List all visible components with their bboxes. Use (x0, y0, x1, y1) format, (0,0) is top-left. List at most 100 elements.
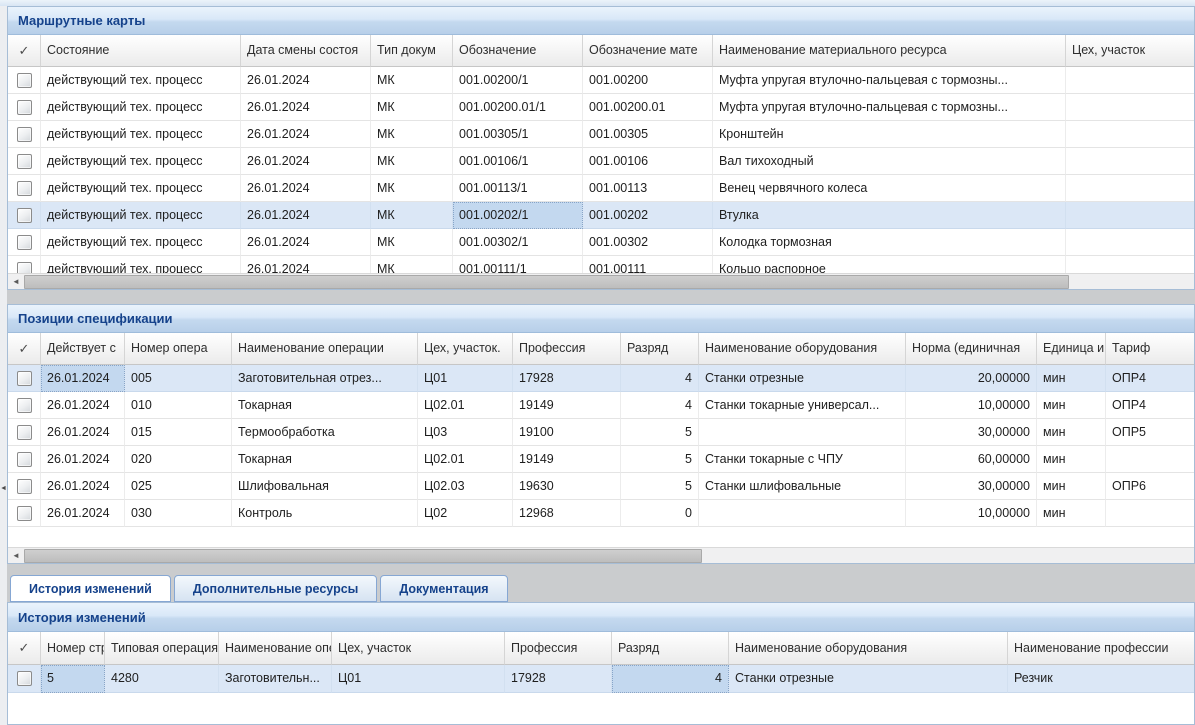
grid-cell[interactable]: Муфта упругая втулочно-пальцевая с тормо… (713, 94, 1066, 121)
grid-cell[interactable]: 26.01.2024 (241, 67, 371, 94)
grid-cell[interactable]: 001.00200 (583, 67, 713, 94)
grid-cell[interactable]: 001.00113/1 (453, 175, 583, 202)
grid-cell[interactable]: ОПР6 (1106, 473, 1194, 500)
grid-cell[interactable]: Ц03 (418, 419, 513, 446)
table-row[interactable]: действующий тех. процесс26.01.2024МК001.… (8, 94, 1194, 121)
row-checkbox[interactable] (17, 479, 32, 494)
grid-cell[interactable]: действующий тех. процесс (41, 256, 241, 273)
column-header-profession[interactable]: Профессия (513, 333, 621, 365)
table-row[interactable]: действующий тех. процесс26.01.2024МК001.… (8, 121, 1194, 148)
column-header-operation-name[interactable]: Наименование операции (232, 333, 418, 365)
grid-cell[interactable]: Резчик (1008, 665, 1194, 693)
grid-cell[interactable] (1066, 175, 1194, 202)
column-header-unit[interactable]: Единица и (1037, 333, 1106, 365)
grid-cell[interactable]: 015 (125, 419, 232, 446)
grid-cell[interactable]: 001.00302 (583, 229, 713, 256)
grid-cell[interactable] (1066, 121, 1194, 148)
grid-cell[interactable]: 5 (621, 473, 699, 500)
grid-cell[interactable]: 19630 (513, 473, 621, 500)
grid-cell[interactable]: мин (1037, 365, 1106, 392)
grid-cell[interactable]: 26.01.2024 (41, 419, 125, 446)
column-header-state-date[interactable]: Дата смены состоя (241, 35, 371, 67)
grid-cell[interactable]: Ц01 (332, 665, 505, 693)
grid-cell[interactable]: 19149 (513, 392, 621, 419)
grid-cell[interactable]: действующий тех. процесс (41, 94, 241, 121)
grid-cell[interactable]: мин (1037, 419, 1106, 446)
select-all-icon[interactable]: ✓ (8, 333, 41, 365)
grid-cell[interactable]: Станки токарные с ЧПУ (699, 446, 906, 473)
grid-cell[interactable]: 001.00113 (583, 175, 713, 202)
grid-cell[interactable]: 19149 (513, 446, 621, 473)
grid-cell[interactable]: 19100 (513, 419, 621, 446)
grid-cell[interactable]: МК (371, 94, 453, 121)
column-header-typical-operation[interactable]: Типовая операция (105, 632, 219, 665)
grid-cell[interactable]: Ц01 (418, 365, 513, 392)
column-header-equipment-name[interactable]: Наименование оборудования (729, 632, 1008, 665)
grid-cell[interactable]: мин (1037, 500, 1106, 527)
grid-cell[interactable]: МК (371, 148, 453, 175)
grid-cell[interactable]: действующий тех. процесс (41, 121, 241, 148)
grid-cell[interactable]: 001.00302/1 (453, 229, 583, 256)
table-row[interactable]: 26.01.2024030КонтрольЦ0212968010,00000ми… (8, 500, 1194, 527)
select-all-icon[interactable]: ✓ (8, 35, 41, 67)
grid-cell[interactable]: 26.01.2024 (41, 500, 125, 527)
grid-cell[interactable]: 26.01.2024 (241, 175, 371, 202)
grid-cell[interactable]: 26.01.2024 (41, 392, 125, 419)
grid-cell[interactable]: 001.00200.01/1 (453, 94, 583, 121)
grid-cell[interactable]: 001.00200.01 (583, 94, 713, 121)
grid-cell[interactable]: 26.01.2024 (41, 473, 125, 500)
tab-documentation[interactable]: Документация (380, 575, 507, 602)
row-checkbox[interactable] (17, 671, 32, 686)
row-checkbox[interactable] (17, 425, 32, 440)
grid-cell[interactable]: 12968 (513, 500, 621, 527)
grid-cell[interactable]: Венец червячного колеса (713, 175, 1066, 202)
grid-cell[interactable] (1106, 446, 1194, 473)
grid-cell[interactable] (1066, 229, 1194, 256)
grid-cell[interactable]: 001.00202/1 (453, 202, 583, 229)
grid-cell[interactable]: 20,00000 (906, 365, 1037, 392)
column-header-grade[interactable]: Разряд (621, 333, 699, 365)
row-checkbox[interactable] (17, 506, 32, 521)
column-header-valid-from[interactable]: Действует с (41, 333, 125, 365)
grid-cell[interactable]: 30,00000 (906, 419, 1037, 446)
grid-cell[interactable]: Вал тихоходный (713, 148, 1066, 175)
table-row[interactable]: действующий тех. процесс26.01.2024МК001.… (8, 148, 1194, 175)
grid-cell[interactable] (1066, 148, 1194, 175)
grid-cell[interactable] (699, 500, 906, 527)
grid-cell[interactable]: действующий тех. процесс (41, 202, 241, 229)
grid-cell[interactable]: 17928 (505, 665, 612, 693)
grid-cell[interactable]: Ц02.03 (418, 473, 513, 500)
row-checkbox[interactable] (17, 371, 32, 386)
grid-cell[interactable]: Кольцо распорное (713, 256, 1066, 273)
grid-cell[interactable]: 0 (621, 500, 699, 527)
grid-cell[interactable]: МК (371, 67, 453, 94)
scroll-left-icon[interactable]: ◄ (8, 274, 24, 288)
grid-cell[interactable]: Кронштейн (713, 121, 1066, 148)
grid-cell[interactable]: Заготовительн... (219, 665, 332, 693)
grid-cell[interactable]: действующий тех. процесс (41, 148, 241, 175)
column-header-material-designation[interactable]: Обозначение мате (583, 35, 713, 67)
tab-change-history[interactable]: История изменений (10, 575, 171, 602)
table-row[interactable]: 26.01.2024025ШлифовальнаяЦ02.03196305Ста… (8, 473, 1194, 500)
grid-cell[interactable]: Шлифовальная (232, 473, 418, 500)
grid-cell[interactable]: 5 (41, 665, 105, 693)
grid-cell[interactable]: 26.01.2024 (41, 446, 125, 473)
column-header-workshop[interactable]: Цех, участок (1066, 35, 1194, 67)
grid-cell[interactable]: Токарная (232, 446, 418, 473)
grid-cell[interactable]: 30,00000 (906, 473, 1037, 500)
grid-cell[interactable]: 001.00305 (583, 121, 713, 148)
column-header-norm[interactable]: Норма (единичная (906, 333, 1037, 365)
column-header-tariff[interactable]: Тариф (1106, 333, 1194, 365)
column-header-material-name[interactable]: Наименование материального ресурса (713, 35, 1066, 67)
grid-cell[interactable]: 001.00106 (583, 148, 713, 175)
grid-cell[interactable]: 26.01.2024 (41, 365, 125, 392)
table-row[interactable]: действующий тех. процесс26.01.2024МК001.… (8, 256, 1194, 273)
column-header-doc-type[interactable]: Тип докум (371, 35, 453, 67)
row-checkbox[interactable] (17, 100, 32, 115)
column-header-profession-name[interactable]: Наименование профессии (1008, 632, 1194, 665)
grid-cell[interactable]: Ц02.01 (418, 446, 513, 473)
scroll-left-icon[interactable]: ◄ (8, 548, 24, 562)
column-header-designation[interactable]: Обозначение (453, 35, 583, 67)
grid-cell[interactable]: 26.01.2024 (241, 94, 371, 121)
grid-cell[interactable]: 4 (612, 665, 729, 693)
